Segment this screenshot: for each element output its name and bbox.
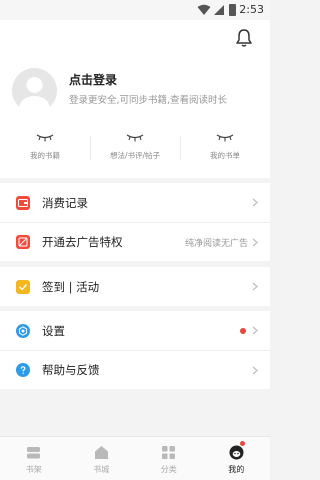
stat-booklists[interactable]: 我的书单 <box>180 132 270 170</box>
chevron-right-icon <box>252 238 258 247</box>
stat-label: 我的书籍 <box>30 151 60 160</box>
chevron-right-icon <box>252 326 258 335</box>
profile-icon <box>229 445 244 460</box>
battery-icon <box>229 4 236 16</box>
receipt-icon <box>16 195 30 210</box>
tab-label: 分类 <box>160 465 177 474</box>
category-icon <box>162 446 176 459</box>
stat-label: 想法/书评/帖子 <box>109 151 161 160</box>
stat-label: 我的书单 <box>210 151 240 160</box>
bookstore-icon <box>94 446 108 459</box>
menu-group-settings: 设置 帮助与反馈 <box>0 311 270 389</box>
closed-eye-icon <box>36 134 54 142</box>
closed-eye-icon <box>216 134 234 142</box>
tab-label: 我的 <box>228 465 245 474</box>
notification-dot <box>239 441 245 446</box>
menu-item-label: 开通去广告特权 <box>42 235 123 249</box>
chevron-right-icon <box>252 282 258 291</box>
login-title[interactable]: 点击登录 <box>69 71 117 88</box>
wifi-icon <box>197 4 211 15</box>
notification-dot <box>240 328 246 334</box>
checkin-icon <box>16 279 30 294</box>
menu-item-remove-ads[interactable]: 开通去广告特权 纯净阅读无广告 <box>0 222 270 261</box>
stat-reviews[interactable]: 想法/书评/帖子 <box>90 132 180 170</box>
bell-icon[interactable] <box>235 28 253 48</box>
bookshelf-icon <box>27 447 41 459</box>
menu-item-hint: 纯净阅读无广告 <box>184 238 248 249</box>
bottom-tab-bar: 书架 书城 分类 我的 <box>0 436 270 480</box>
menu-group-activity: 签到 | 活动 <box>0 267 270 306</box>
chevron-right-icon <box>252 366 258 375</box>
help-icon <box>16 363 30 377</box>
status-bar: 2:53 <box>0 0 270 20</box>
stats-row: 我的书籍 想法/书评/帖子 我的书单 <box>0 132 270 170</box>
menu-item-purchase-history[interactable]: 消费记录 <box>0 183 270 222</box>
signal-icon <box>214 5 224 15</box>
menu-item-label: 设置 <box>42 323 65 338</box>
stat-my-books[interactable]: 我的书籍 <box>0 132 90 170</box>
profile-header: 点击登录 登录更安全,可同步书籍,查看阅读时长 我的书籍 想法/书评/帖子 我的… <box>0 20 270 178</box>
menu-item-label: 消费记录 <box>42 195 88 210</box>
tab-bookshelf[interactable]: 书架 <box>0 437 68 480</box>
closed-eye-icon <box>126 134 144 142</box>
tab-bookstore[interactable]: 书城 <box>68 437 136 480</box>
menu-group-account: 消费记录 开通去广告特权 纯净阅读无广告 <box>0 183 270 261</box>
login-subtitle[interactable]: 登录更安全,可同步书籍,查看阅读时长 <box>69 92 227 106</box>
no-ads-icon <box>16 235 30 249</box>
menu-item-settings[interactable]: 设置 <box>0 311 270 350</box>
default-avatar-icon <box>18 77 51 113</box>
tab-profile[interactable]: 我的 <box>203 437 271 480</box>
status-time: 2:53 <box>239 3 264 16</box>
tab-label: 书架 <box>25 465 42 474</box>
menu-item-label: 签到 | 活动 <box>42 279 100 294</box>
settings-icon <box>16 323 30 338</box>
tab-category[interactable]: 分类 <box>135 437 203 480</box>
tab-label: 书城 <box>93 465 110 474</box>
avatar[interactable] <box>12 68 57 113</box>
chevron-right-icon <box>252 198 258 207</box>
menu-item-checkin[interactable]: 签到 | 活动 <box>0 267 270 306</box>
menu-item-label: 帮助与反馈 <box>42 363 100 377</box>
menu-item-help[interactable]: 帮助与反馈 <box>0 350 270 389</box>
